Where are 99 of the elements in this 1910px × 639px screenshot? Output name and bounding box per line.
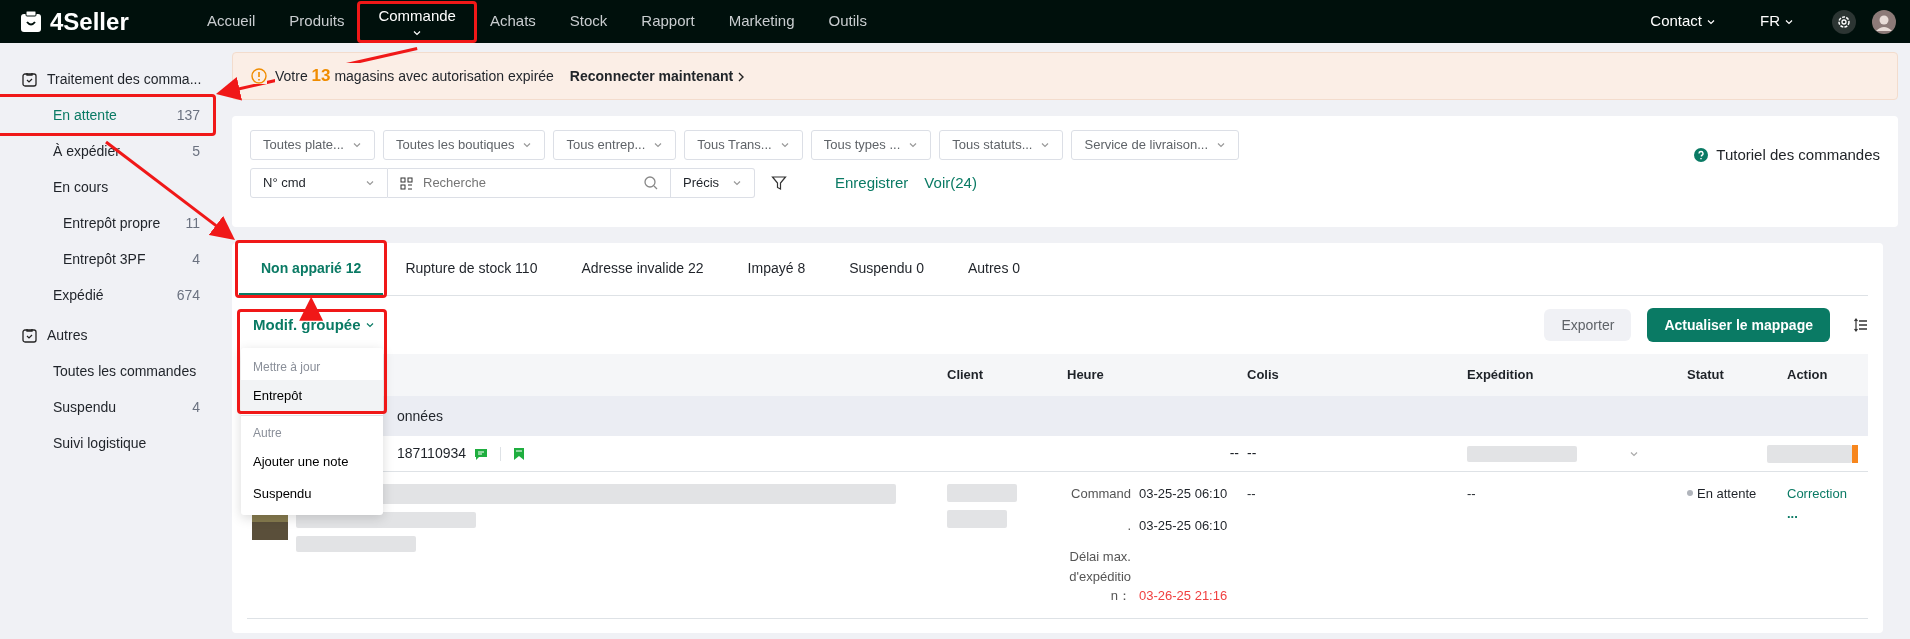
language-menu[interactable]: FR	[1754, 9, 1800, 34]
nav-item[interactable]: Commande	[361, 3, 473, 40]
field-select[interactable]: N° cmd	[250, 168, 388, 198]
views-link[interactable]: Voir(24)	[924, 171, 977, 195]
tab[interactable]: Impayé 8	[725, 243, 828, 295]
nav-item[interactable]: Rapport	[624, 3, 712, 40]
bookmark-icon[interactable]	[513, 446, 526, 461]
parcel-value: --	[1247, 445, 1257, 461]
brand-name: 4Seller	[50, 6, 129, 37]
contact-menu[interactable]: Contact	[1644, 9, 1722, 34]
settings-icon[interactable]	[1832, 9, 1856, 34]
nav-item[interactable]: Accueil	[190, 3, 273, 40]
chevron-icon	[737, 71, 746, 82]
chevron-icon	[732, 178, 742, 188]
sidebar-item[interactable]: Expédié 674	[0, 277, 212, 313]
blurred-area	[947, 484, 1017, 502]
sidebar-item[interactable]: Entrepôt propre 11	[0, 205, 212, 241]
update-mapping-button[interactable]: Actualiser le mappage	[1647, 308, 1830, 342]
correction-link[interactable]: Correction	[1787, 484, 1847, 504]
nav-item[interactable]: Achats	[472, 3, 553, 40]
message-icon[interactable]	[474, 446, 489, 461]
time-label: .	[1126, 516, 1131, 535]
chevron-icon	[522, 140, 533, 150]
clipboard-icon	[22, 327, 37, 343]
filter-icon[interactable]	[771, 175, 787, 191]
nav-item[interactable]: Outils	[811, 3, 884, 40]
tab[interactable]: Rupture de stock 110	[383, 243, 560, 295]
blurred-area	[947, 510, 1007, 528]
chevron-icon	[779, 140, 790, 150]
sidebar-group-title: Traitement des comma...	[47, 69, 202, 89]
menu-item[interactable]: Entrepôt	[241, 379, 383, 412]
warning-icon	[251, 68, 267, 84]
sidebar-group-title: Autres	[47, 325, 88, 345]
sidebar-item[interactable]: À expédier 5	[0, 133, 212, 169]
chevron-icon	[1216, 140, 1227, 150]
nav-item[interactable]: Produits	[272, 3, 362, 40]
time-value: --	[1229, 445, 1239, 461]
column-header: Heure	[1067, 367, 1104, 383]
menu-item[interactable]: Ajouter une note	[241, 446, 383, 478]
search-field[interactable]: Recherche	[388, 168, 671, 198]
time-value: 03-26-25 21:16	[1139, 587, 1228, 605]
time-label: Command	[1070, 485, 1131, 503]
filter-select[interactable]: Service de livraison...	[1071, 130, 1240, 160]
column-header: Action	[1787, 367, 1828, 383]
scan-icon	[400, 176, 413, 190]
tab[interactable]: Adresse invalide 22	[559, 243, 726, 295]
match-select[interactable]: Précis	[671, 168, 755, 198]
column-settings-icon[interactable]	[1854, 318, 1868, 332]
sidebar-item[interactable]: Suspendu 4	[0, 389, 212, 425]
column-header: Expédition	[1467, 367, 1534, 383]
order-number: 187110934	[397, 444, 467, 463]
search-icon[interactable]	[644, 176, 658, 190]
status-text: En attente	[1697, 485, 1757, 503]
save-link[interactable]: Enregistrer	[835, 171, 909, 195]
menu-heading: Autre	[252, 425, 283, 443]
filter-select[interactable]: Toutes les boutiques	[382, 130, 546, 160]
nav-item[interactable]: Stock	[552, 3, 625, 40]
time-label: Délai max. d'expédition：	[1068, 548, 1131, 605]
chevron-icon	[1040, 140, 1051, 150]
clipboard-icon	[22, 71, 37, 87]
export-button[interactable]: Exporter	[1544, 309, 1632, 341]
shipment-value: --	[1467, 486, 1476, 501]
logo-icon	[20, 10, 42, 33]
sidebar-item[interactable]: Suivi logistique	[0, 425, 212, 461]
menu-heading: Mettre à jour	[252, 358, 322, 376]
filter-select[interactable]: Tous Trans...	[684, 130, 803, 160]
tutorial-link[interactable]: Tutoriel des commandes	[1716, 144, 1880, 167]
avatar-icon[interactable]	[1872, 9, 1896, 34]
time-value: 03-25-25 06:10	[1139, 516, 1228, 535]
sidebar-item[interactable]: En cours	[0, 169, 212, 205]
time-value: 03-25-25 06:10	[1139, 485, 1228, 503]
annotation-arrow	[299, 296, 324, 321]
more-link[interactable]: ...	[1787, 503, 1798, 523]
filter-select[interactable]: Tous entrep...	[553, 130, 677, 160]
filter-select[interactable]: Tous statuts...	[939, 130, 1064, 160]
tab[interactable]: Autres 0	[945, 243, 1043, 295]
bulk-edit-menu[interactable]: Modif. groupée	[247, 311, 381, 339]
tab[interactable]: Suspendu 0	[827, 243, 946, 295]
help-icon	[1694, 148, 1709, 163]
chevron-icon	[653, 140, 664, 150]
nav-item[interactable]: Marketing	[711, 3, 812, 40]
parcel-value: --	[1247, 486, 1256, 501]
chevron-icon	[364, 320, 375, 330]
column-header: Statut	[1687, 367, 1724, 383]
sidebar-item[interactable]: Entrepôt 3PF 4	[0, 241, 212, 277]
chevron-icon	[908, 140, 919, 150]
filter-select[interactable]: Toutes plate...	[250, 130, 375, 160]
group-label: onnées	[397, 406, 443, 426]
label-tag	[1852, 444, 1858, 463]
menu-item[interactable]: Suspendu	[241, 477, 383, 510]
filter-select[interactable]: Tous types ...	[810, 130, 932, 160]
tab[interactable]: Non apparié 12	[239, 243, 384, 295]
sidebar-item[interactable]: Toutes les commandes	[0, 353, 212, 389]
chevron-icon	[365, 178, 375, 188]
chevron-icon	[351, 140, 362, 150]
sidebar-item[interactable]: En attente 137	[0, 97, 212, 133]
status-dot	[1687, 490, 1693, 496]
column-header: Colis	[1247, 367, 1279, 383]
column-header: Client	[947, 367, 984, 383]
